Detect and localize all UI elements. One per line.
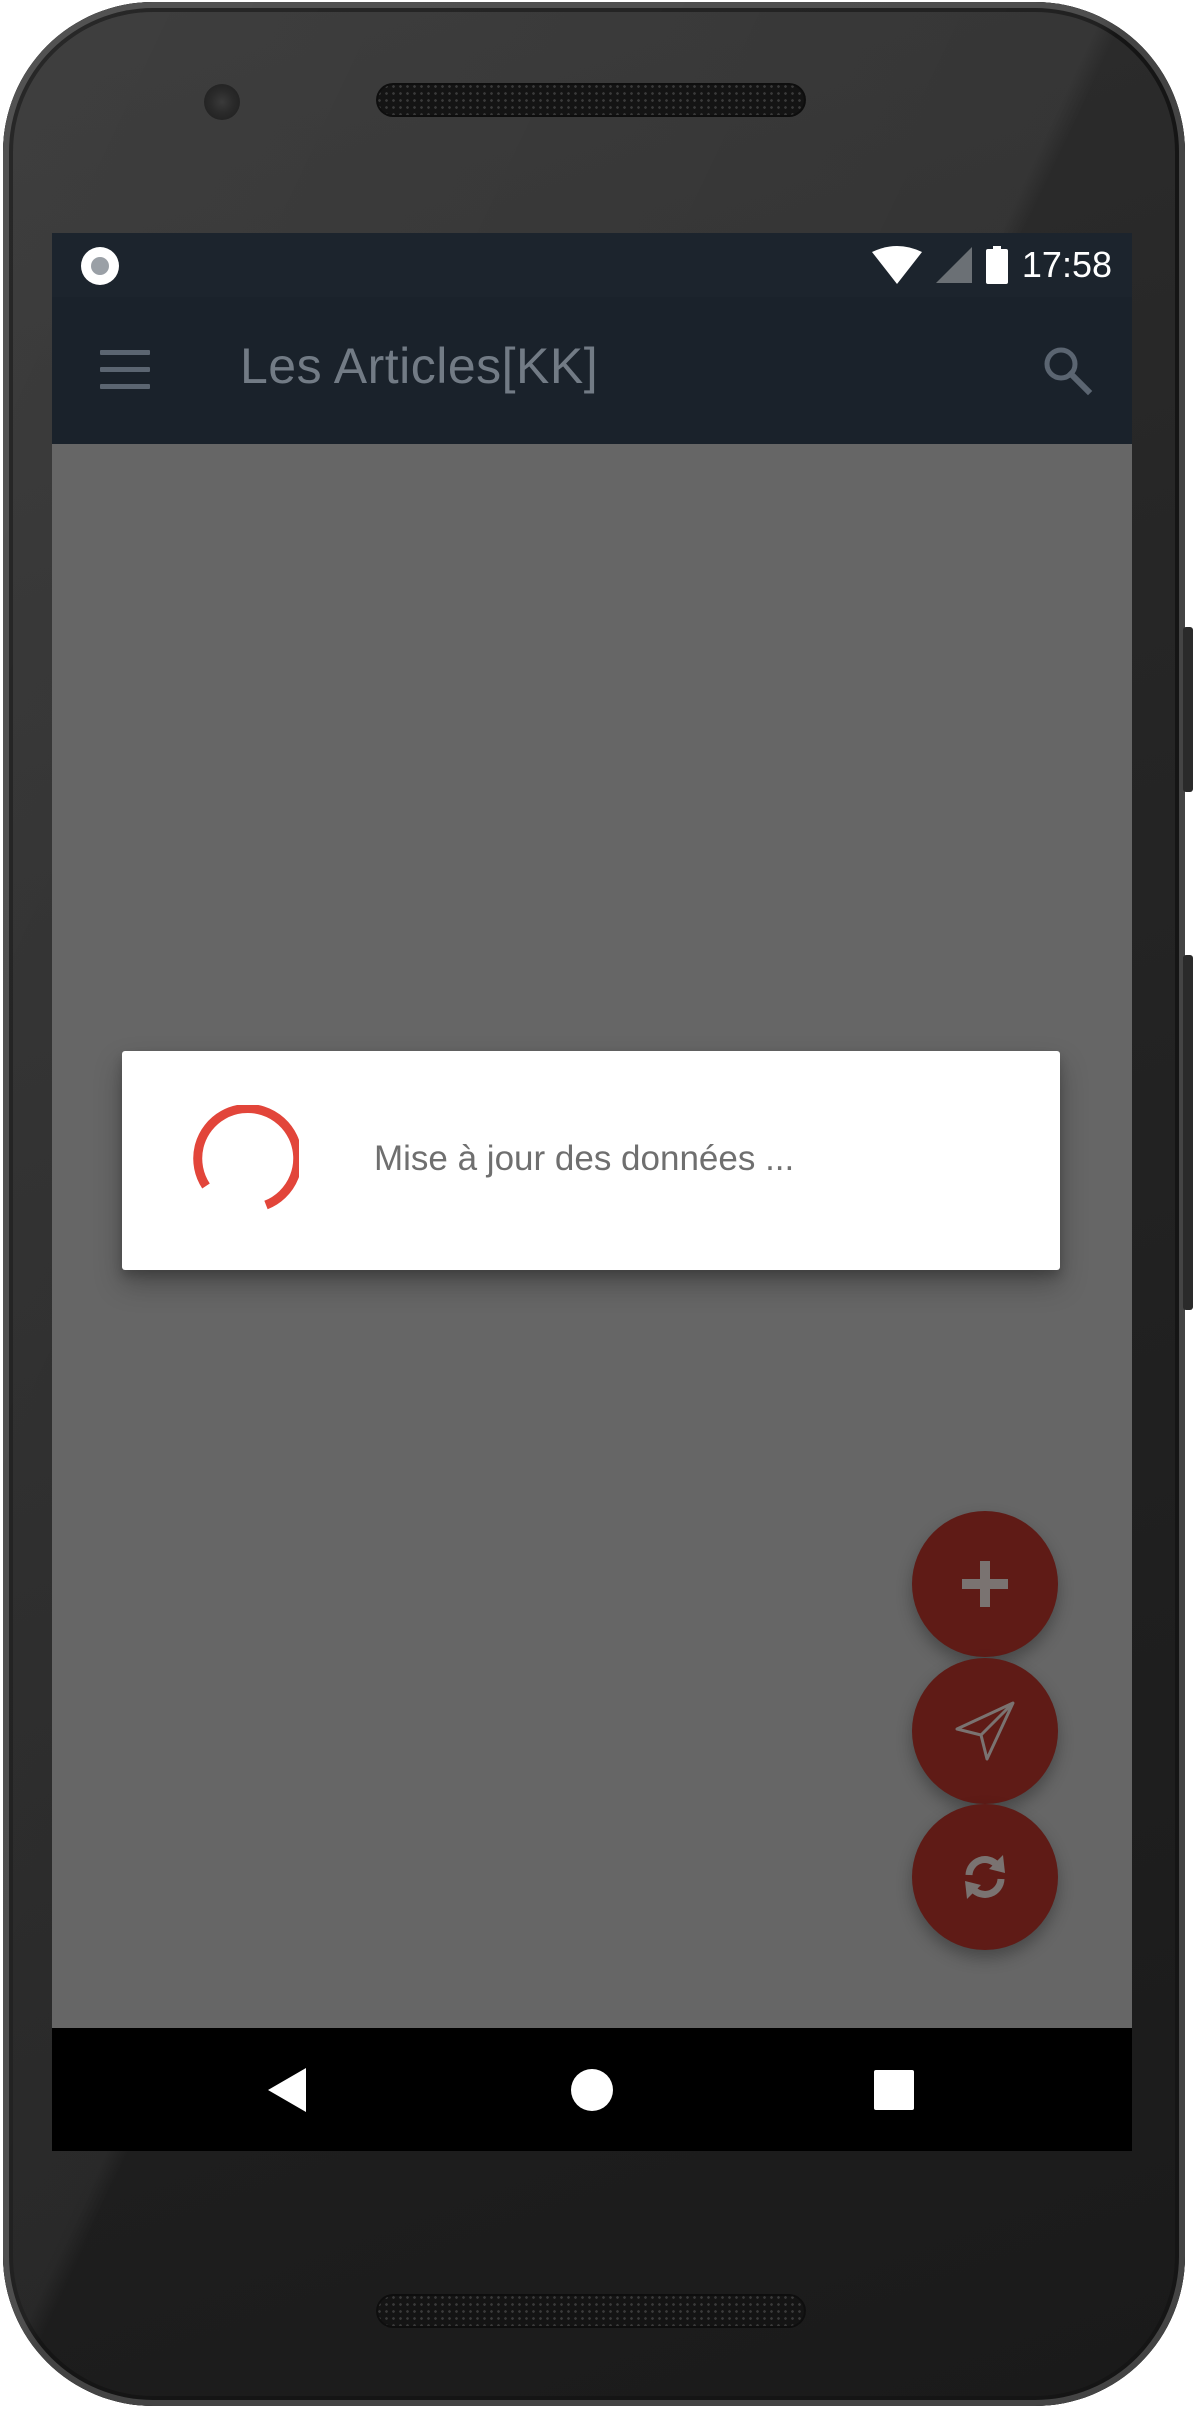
search-icon[interactable] xyxy=(1040,343,1096,399)
app-title: Les Articles[KK] xyxy=(240,338,599,394)
recents-icon[interactable] xyxy=(874,2070,914,2110)
refresh-icon xyxy=(965,1855,1005,1899)
back-icon[interactable] xyxy=(268,2068,308,2112)
wifi-icon xyxy=(871,246,922,284)
notification-dot-icon xyxy=(81,247,119,285)
home-icon[interactable] xyxy=(570,2068,614,2112)
top-speaker xyxy=(376,83,806,117)
send-fab[interactable] xyxy=(912,1658,1058,1804)
menu-icon[interactable] xyxy=(100,350,150,390)
send-icon xyxy=(955,1701,1015,1761)
screen: 17:58 Les Articles[KK] Mise à jour des d… xyxy=(52,233,1132,2151)
battery-icon xyxy=(985,246,1008,284)
nav-bar xyxy=(52,2028,1132,2151)
cell-signal-icon xyxy=(935,247,972,283)
add-fab[interactable] xyxy=(912,1511,1058,1657)
app-bar: Les Articles[KK] xyxy=(52,297,1132,444)
status-bar: 17:58 xyxy=(52,233,1132,297)
plus-icon xyxy=(962,1561,1008,1607)
status-icons: 17:58 xyxy=(871,233,1112,297)
progress-dialog: Mise à jour des données ... xyxy=(122,1051,1060,1270)
loading-spinner-icon xyxy=(193,1105,299,1210)
dialog-message: Mise à jour des données ... xyxy=(374,1139,795,1178)
refresh-fab[interactable] xyxy=(912,1804,1058,1950)
front-camera xyxy=(204,84,240,120)
status-time: 17:58 xyxy=(1021,244,1112,285)
volume-button xyxy=(1183,955,1193,1310)
bottom-speaker xyxy=(376,2294,806,2328)
power-button xyxy=(1183,627,1193,792)
